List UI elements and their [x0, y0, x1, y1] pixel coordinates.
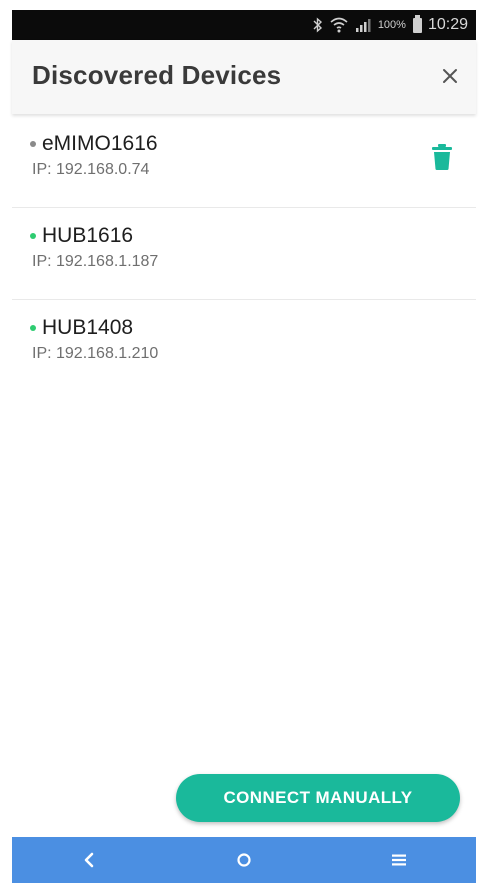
device-item-emimo1616[interactable]: eMIMO1616 IP: 192.168.0.74: [12, 116, 476, 208]
device-name: HUB1616: [42, 224, 134, 247]
page-title: Discovered Devices: [32, 60, 282, 90]
device-ip: IP: 192.168.1.187: [32, 253, 159, 270]
navigation-bar: [12, 837, 476, 883]
delete-button[interactable]: [430, 142, 454, 172]
device-item-hub1408[interactable]: HUB1408 IP: 192.168.1.210: [12, 300, 476, 391]
status-bar: 100% 10:29: [12, 10, 476, 40]
dialog-header: Discovered Devices: [12, 40, 476, 114]
home-button[interactable]: [214, 840, 274, 880]
back-button[interactable]: [59, 840, 119, 880]
battery-icon: [412, 14, 422, 33]
device-list: eMIMO1616 IP: 192.168.0.74 HUB1616 IP: 1…: [12, 116, 476, 391]
device-name-row: HUB1408: [30, 316, 133, 340]
device-name-row: eMIMO1616: [30, 132, 158, 156]
device-name: HUB1408: [42, 316, 134, 339]
status-dot: [30, 325, 36, 331]
device-ip: IP: 192.168.1.210: [32, 345, 159, 362]
bluetooth-icon: [313, 17, 323, 33]
status-dot: [30, 141, 36, 147]
home-icon: [237, 853, 251, 867]
menu-icon: [391, 854, 406, 866]
device-name-row: HUB1616: [30, 224, 133, 248]
status-dot: [30, 233, 36, 239]
device-name: eMIMO1616: [42, 132, 158, 155]
signal-icon: [355, 17, 371, 33]
trash-icon: [432, 144, 452, 170]
menu-button[interactable]: [369, 840, 429, 880]
close-button[interactable]: [434, 60, 466, 92]
back-icon: [85, 852, 94, 868]
close-icon: [443, 69, 457, 83]
battery-percent: 100%: [377, 19, 406, 31]
wifi-icon: [330, 17, 348, 33]
connect-manually-button[interactable]: CONNECT MANUALLY: [176, 774, 460, 822]
clock: 10:29: [427, 16, 468, 33]
device-item-hub1616[interactable]: HUB1616 IP: 192.168.1.187: [12, 208, 476, 300]
device-ip: IP: 192.168.0.74: [32, 161, 150, 178]
